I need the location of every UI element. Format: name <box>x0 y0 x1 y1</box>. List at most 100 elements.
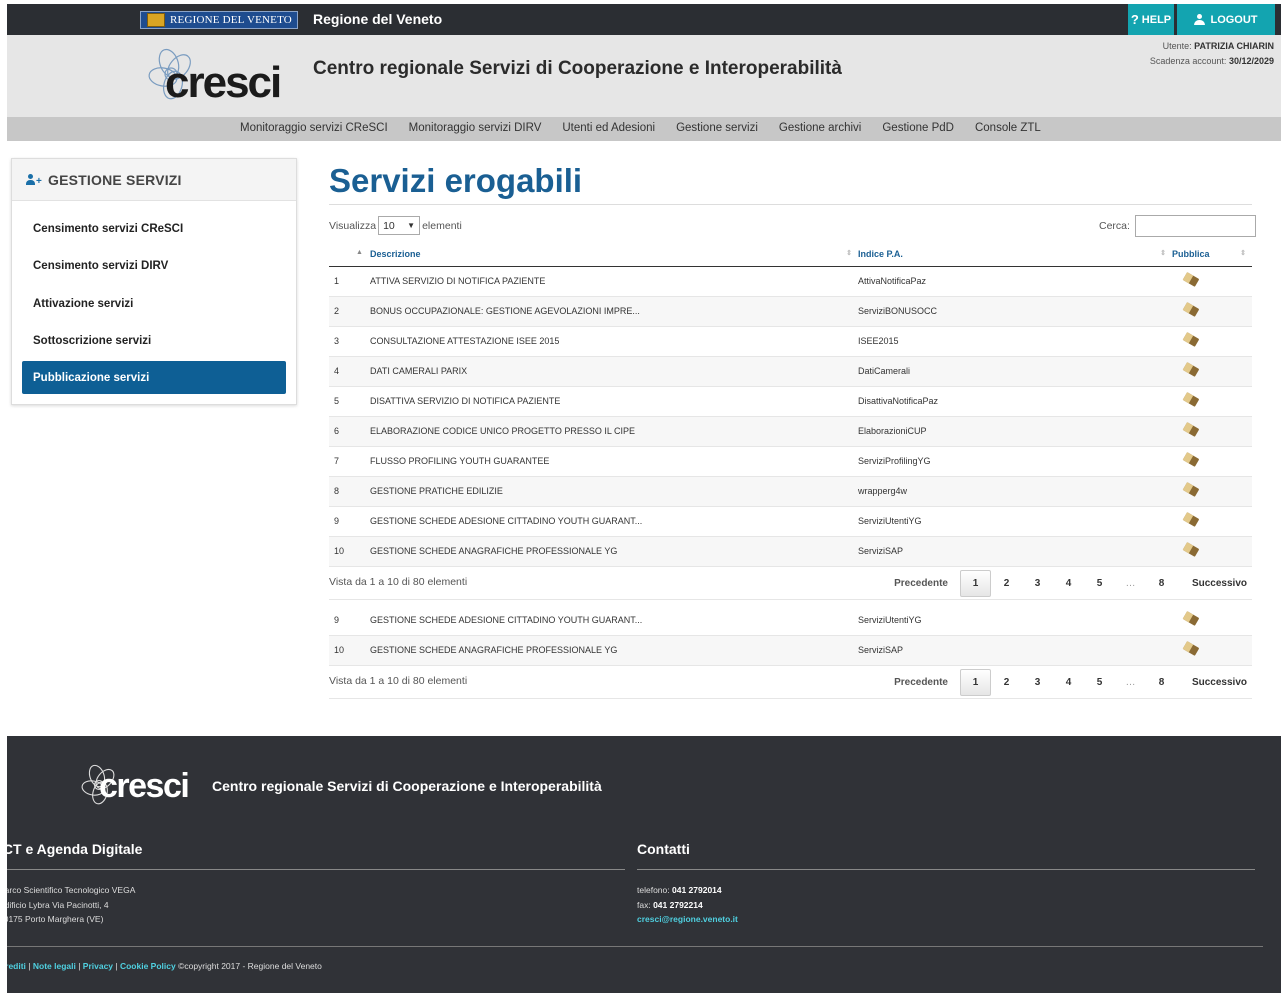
pagination-page[interactable]: 8 <box>1146 669 1177 696</box>
sidebar-item-attivazione[interactable]: Attivazione servizi <box>12 285 296 323</box>
table-footer-duplicate: Vista da 1 a 10 di 80 elementi Precedent… <box>329 665 1252 699</box>
search-input[interactable] <box>1134 215 1256 237</box>
table-info: Vista da 1 a 10 di 80 elementi <box>329 576 468 588</box>
nav-item-gestione-pdd[interactable]: Gestione PdD <box>882 122 954 134</box>
publish-icon[interactable] <box>1182 272 1200 287</box>
address-line: 30175 Porto Marghera (VE) <box>7 914 104 924</box>
help-label: HELP <box>1141 13 1172 26</box>
publish-icon[interactable] <box>1182 610 1200 626</box>
pagination-previous[interactable]: Precedente <box>894 669 960 696</box>
row-index: 7 <box>329 446 370 477</box>
question-icon: ? <box>1130 12 1139 27</box>
table-row[interactable]: 9 GESTIONE SCHEDE ADESIONE CITTADINO YOUT… <box>329 506 1252 537</box>
sidebar-item-pubblicazione[interactable]: Pubblicazione servizi <box>22 361 286 394</box>
table-row[interactable]: 1 ATTIVA SERVIZIO DI NOTIFICA PAZIENTE Att… <box>329 266 1252 297</box>
publish-icon[interactable] <box>1182 362 1200 377</box>
table-row[interactable]: 2 BONUS OCCUPAZIONALE: GESTIONE AGEVOLAZI… <box>329 296 1252 327</box>
publish-icon[interactable] <box>1182 641 1200 656</box>
row-descrizione: DISATTIVA SERVIZIO DI NOTIFICA PAZIENTE <box>370 386 858 417</box>
sidebar-item-sottoscrizione[interactable]: Sottoscrizione servizi <box>12 323 296 361</box>
logout-button[interactable]: LOGOUT <box>1177 4 1275 35</box>
user-info: Utente: PATRIZIA CHIARIN Scadenza accoun… <box>1150 39 1274 69</box>
fax-value: 041 2792214 <box>653 899 703 910</box>
footer-link-cookie-policy[interactable]: Cookie Policy <box>120 961 176 971</box>
pagination-page[interactable]: 1 <box>960 669 991 696</box>
main-nav: Monitoraggio servizi CReSCI Monitoraggio… <box>7 117 1281 141</box>
table-row[interactable]: 10 GESTIONE SCHEDE ANAGRAFICHE PROFESSION… <box>329 536 1252 567</box>
nav-item-gestione-archivi[interactable]: Gestione archivi <box>779 122 861 134</box>
pagination-page[interactable]: 8 <box>1146 570 1177 597</box>
footer-col2-title: Contatti <box>637 841 690 857</box>
nav-item-monitoraggio-dirv[interactable]: Monitoraggio servizi DIRV <box>409 122 542 134</box>
pagination-page[interactable]: 5 <box>1084 570 1115 597</box>
table-row[interactable]: 3 CONSULTAZIONE ATTESTAZIONE ISEE 2015 ISE… <box>329 326 1252 357</box>
footer-logo-text: cresci <box>99 767 190 805</box>
footer-address: Parco Scientifico Tecnologico VEGA Edifi… <box>7 883 135 927</box>
pagination-page[interactable]: 2 <box>991 669 1022 696</box>
footer-link-crediti[interactable]: Crediti <box>7 961 26 971</box>
footer-col1-title: ICT e Agenda Digitale <box>7 841 143 857</box>
publish-icon[interactable] <box>1182 392 1200 407</box>
nav-item-utenti-adesioni[interactable]: Utenti ed Adesioni <box>562 122 655 134</box>
footer-link-note-legali[interactable]: Note legali <box>33 961 76 971</box>
column-label-pubblica: Pubblica <box>1172 248 1210 259</box>
pagination-previous[interactable]: Precedente <box>894 570 960 597</box>
table-row[interactable]: 9 GESTIONE SCHEDE ADESIONE CITTADINO YOUT… <box>329 605 1252 636</box>
publish-icon[interactable] <box>1182 302 1200 317</box>
nav-item-gestione-servizi[interactable]: Gestione servizi <box>676 122 758 134</box>
column-header-descrizione[interactable]: Descrizione ⇕ <box>370 242 858 267</box>
help-button[interactable]: ? HELP <box>1128 4 1174 35</box>
table-row[interactable]: 8 GESTIONE PRATICHE EDILIZIE wrapperg4w <box>329 476 1252 507</box>
row-descrizione: ELABORAZIONE CODICE UNICO PROGETTO PRESS… <box>370 416 858 447</box>
fax-label: fax: <box>637 899 651 910</box>
pagination-page[interactable]: 4 <box>1053 669 1084 696</box>
column-header-indice-pa[interactable]: Indice P.A. ⇕ <box>858 242 1172 267</box>
row-descrizione: GESTIONE SCHEDE ANAGRAFICHE PROFESSIONAL… <box>370 635 858 666</box>
publish-icon[interactable] <box>1182 482 1200 497</box>
publish-icon[interactable] <box>1182 422 1200 437</box>
sidebar-item-censimento-dirv[interactable]: Censimento servizi DIRV <box>12 248 296 286</box>
regione-veneto-logo[interactable]: REGIONE DEL VENETO <box>140 11 298 29</box>
pagination-page[interactable]: 2 <box>991 570 1022 597</box>
publish-icon[interactable] <box>1182 512 1200 527</box>
row-indice-pa: DisattivaNotificaPaz <box>858 386 1172 417</box>
nav-item-console-ztl[interactable]: Console ZTL <box>975 122 1041 134</box>
column-header-pubblica[interactable]: Pubblica ⇕ <box>1172 242 1252 267</box>
table-row[interactable]: 6 ELABORAZIONE CODICE UNICO PROGETTO PRES… <box>329 416 1252 447</box>
cresci-logo[interactable]: cresci <box>145 47 295 105</box>
row-descrizione: GESTIONE SCHEDE ADESIONE CITTADINO YOUTH… <box>370 605 858 636</box>
pagination-page[interactable]: 3 <box>1022 669 1053 696</box>
logout-label: LOGOUT <box>1210 13 1258 26</box>
table-row[interactable]: 10 GESTIONE SCHEDE ANAGRAFICHE PROFESSION… <box>329 635 1252 666</box>
publish-icon[interactable] <box>1182 542 1200 557</box>
row-indice-pa: AttivaNotificaPaz <box>858 266 1172 297</box>
row-pubblica <box>1172 326 1252 357</box>
footer-title: Centro regionale Servizi di Cooperazione… <box>212 778 602 794</box>
table-row[interactable]: 4 DATI CAMERALI PARIX DatiCamerali <box>329 356 1252 387</box>
table-row[interactable]: 7 FLUSSO PROFILING YOUTH GUARANTEE Servizi… <box>329 446 1252 477</box>
pagination-page[interactable]: 1 <box>960 570 991 597</box>
footer-link-privacy[interactable]: Privacy <box>83 961 113 971</box>
email-link[interactable]: cresci@regione.veneto.it <box>637 912 738 927</box>
divider <box>7 869 625 870</box>
page-length-select[interactable]: 10 ▼ <box>378 216 421 235</box>
pagination-next[interactable]: Successivo <box>1177 669 1247 696</box>
row-indice-pa: DatiCamerali <box>858 356 1172 387</box>
pagination-page[interactable]: 4 <box>1053 570 1084 597</box>
footer-contacts: telefono: 041 2792014 fax: 041 2792214 c… <box>637 883 738 927</box>
publish-icon[interactable] <box>1182 332 1200 347</box>
column-label-descrizione: Descrizione <box>370 248 421 259</box>
pagination-next[interactable]: Successivo <box>1177 570 1247 597</box>
pagination-page[interactable]: 3 <box>1022 570 1053 597</box>
footer-cresci-logo[interactable]: cresci <box>79 764 197 806</box>
sidebar-item-censimento-cresci[interactable]: Censimento servizi CReSCI <box>12 210 296 248</box>
pagination-page[interactable]: 5 <box>1084 669 1115 696</box>
table-row[interactable]: 5 DISATTIVA SERVIZIO DI NOTIFICA PAZIENTE… <box>329 386 1252 417</box>
table-info: Vista da 1 a 10 di 80 elementi <box>329 675 468 687</box>
sort-icon: ⇕ <box>1240 250 1246 257</box>
nav-item-monitoraggio-cresci[interactable]: Monitoraggio servizi CReSCI <box>240 122 388 134</box>
publish-icon[interactable] <box>1182 452 1200 467</box>
row-index: 5 <box>329 386 370 417</box>
row-index: 10 <box>329 536 370 567</box>
row-index: 9 <box>329 506 370 537</box>
